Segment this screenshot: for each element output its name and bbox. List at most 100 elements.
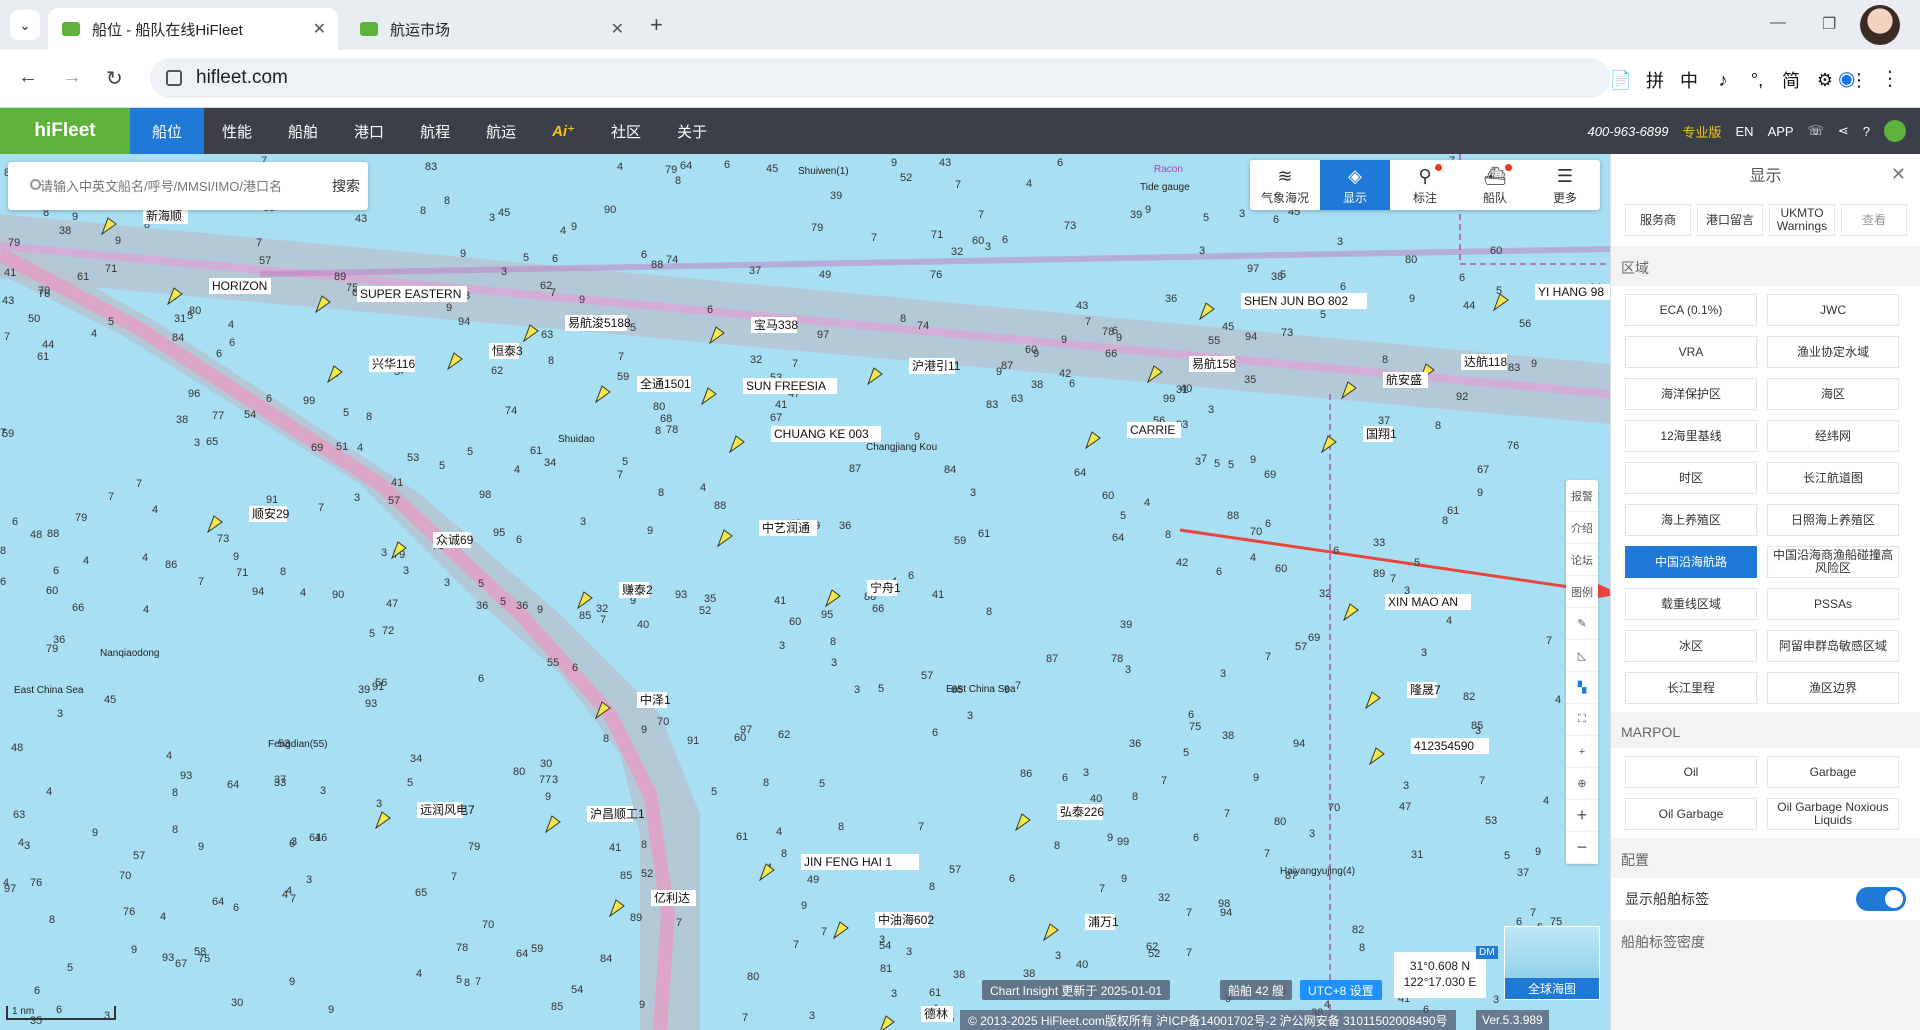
ukmto-button[interactable]: UKMTO Warnings — [1769, 204, 1835, 236]
help-icon[interactable]: ? — [1863, 124, 1870, 139]
region-option[interactable]: 日照海上养殖区 — [1767, 504, 1899, 536]
maximize-icon[interactable]: ❐ — [1822, 14, 1836, 34]
intro-button[interactable]: 介绍 — [1566, 512, 1598, 544]
region-option[interactable]: 12海里基线 — [1625, 420, 1757, 452]
url-field[interactable]: hifleet.com — [150, 58, 1610, 98]
region-option[interactable]: 海区 — [1767, 378, 1899, 410]
pro-badge[interactable]: 专业版 — [1683, 122, 1722, 141]
provider-button[interactable]: 服务商 — [1625, 204, 1691, 236]
region-option[interactable]: 海洋保护区 — [1625, 378, 1757, 410]
ship-label[interactable]: 顺安29 — [252, 506, 290, 521]
new-tab-icon[interactable]: + — [650, 12, 663, 38]
browser-menu-icon[interactable]: ⋮ — [1880, 66, 1900, 91]
ime-simplified-icon[interactable]: 简 — [1778, 67, 1804, 93]
region-option[interactable]: 中国沿海航路 — [1625, 546, 1757, 578]
nav-position[interactable]: 船位 — [130, 108, 205, 154]
crosshair-icon[interactable]: + — [1566, 736, 1598, 768]
global-chart-button[interactable]: 全球海图 — [1504, 926, 1600, 1000]
ship-marker[interactable] — [1320, 435, 1337, 454]
ship-label[interactable]: 恒泰3 — [492, 344, 523, 358]
nav-ships[interactable]: 船舶 — [270, 108, 336, 154]
forum-button[interactable]: 论坛 — [1566, 544, 1598, 576]
ship-label[interactable]: 航安盛 — [1386, 372, 1422, 387]
reload-icon[interactable]: ↻ — [106, 66, 123, 91]
report-button[interactable]: 报警 — [1566, 480, 1598, 512]
port-message-button[interactable]: 港口留言 — [1697, 204, 1763, 236]
dm-toggle[interactable]: DM — [1476, 946, 1498, 959]
region-option[interactable]: 长江航道图 — [1767, 462, 1899, 494]
ship-marker[interactable] — [576, 591, 593, 610]
ship-marker[interactable] — [1342, 603, 1359, 622]
region-option[interactable]: JWC — [1767, 294, 1899, 326]
ship-marker[interactable] — [594, 385, 611, 404]
ime-moon-icon[interactable]: ♪ — [1710, 70, 1736, 91]
ship-marker[interactable] — [700, 387, 717, 406]
ship-marker[interactable] — [1364, 691, 1381, 710]
weather-button[interactable]: ≋ 气象海况 — [1250, 160, 1320, 210]
region-option[interactable]: 中国沿海商渔船碰撞高风险区 — [1767, 546, 1899, 578]
marpol-oil-garbage[interactable]: Oil Garbage — [1625, 798, 1757, 830]
ship-label[interactable]: 沪港引11 — [912, 359, 961, 373]
phone-number[interactable]: 400-963-6899 — [1588, 124, 1669, 139]
ship-label[interactable]: HORIZON — [212, 279, 267, 293]
app-link[interactable]: APP — [1768, 124, 1794, 139]
ship-label[interactable]: 易航158 — [1192, 356, 1236, 371]
back-icon[interactable]: ← — [18, 66, 38, 89]
pdf-extension-icon[interactable]: 📄 — [1608, 70, 1634, 91]
annotate-button[interactable]: ⚲ 标注 — [1390, 160, 1460, 210]
ship-marker[interactable] — [824, 589, 841, 608]
tab-shipping-market[interactable]: 航运市场 ✕ — [346, 8, 636, 50]
marpol-garbage[interactable]: Garbage — [1767, 756, 1899, 788]
ship-label[interactable]: 弘泰226 — [1060, 805, 1104, 819]
display-button[interactable]: ◈ 显示 — [1320, 160, 1390, 210]
region-option[interactable]: 长江里程 — [1625, 672, 1757, 704]
ship-label[interactable]: 中艺润通 — [762, 520, 810, 535]
region-option[interactable]: ECA (0.1%) — [1625, 294, 1757, 326]
ship-label[interactable]: 中油海602 — [878, 912, 934, 927]
ship-marker[interactable] — [1084, 431, 1101, 450]
ship-marker[interactable] — [880, 1015, 895, 1030]
ship-label[interactable]: 国翔1 — [1366, 427, 1397, 441]
ship-marker[interactable] — [1014, 813, 1031, 832]
close-tab-icon[interactable]: ✕ — [611, 19, 624, 39]
ship-marker[interactable] — [866, 367, 883, 386]
region-option[interactable]: 经纬网 — [1767, 420, 1899, 452]
marpol-oil-garbage-noxious[interactable]: Oil Garbage Noxious Liquids — [1767, 798, 1899, 830]
ship-label[interactable]: 412354590 — [1414, 739, 1474, 753]
fleet-button[interactable]: ⛴ 船队 — [1460, 160, 1530, 210]
nav-performance[interactable]: 性能 — [204, 108, 270, 154]
region-option[interactable]: 载重线区域 — [1625, 588, 1757, 620]
ship-label[interactable]: 德林 — [924, 1006, 948, 1021]
map-canvas[interactable]: 3358074356955956679663986440694976838638… — [0, 154, 1610, 1030]
nav-ai[interactable]: Ai⁺ — [534, 108, 593, 154]
site-settings-icon[interactable] — [166, 70, 182, 86]
view-button[interactable]: 查看 — [1841, 204, 1907, 236]
ship-marker[interactable] — [1368, 747, 1385, 766]
ship-marker[interactable] — [832, 921, 849, 940]
ship-label[interactable]: 兴华116 — [372, 357, 415, 371]
legend-button[interactable]: 图例 — [1566, 576, 1598, 608]
region-option[interactable]: 冰区 — [1625, 630, 1757, 662]
lang-switch[interactable]: EN — [1736, 124, 1754, 139]
nav-voyage[interactable]: 航程 — [402, 108, 468, 154]
ship-label[interactable]: 易航浚5188 — [568, 315, 631, 330]
ime-punct-icon[interactable]: °, — [1744, 70, 1770, 91]
hifleet-logo[interactable]: hiFleet — [0, 108, 130, 154]
ship-marker[interactable] — [608, 899, 625, 918]
minimize-icon[interactable]: — — [1770, 14, 1786, 32]
tab-hifleet[interactable]: 船位 - 船队在线HiFleet ✕ — [48, 8, 338, 50]
ship-label[interactable]: 亿利达 — [654, 890, 690, 905]
region-option[interactable]: VRA — [1625, 336, 1757, 368]
ship-marker[interactable] — [374, 811, 391, 830]
region-option[interactable]: 渔业协定水域 — [1767, 336, 1899, 368]
ship-label[interactable]: CARRIE — [1130, 423, 1175, 437]
zoom-in-icon[interactable]: + — [1566, 800, 1598, 832]
user-avatar[interactable] — [1884, 120, 1906, 142]
ship-label[interactable]: 宝马338 — [754, 318, 798, 332]
ship-label[interactable]: SHEN JUN BO 802 — [1244, 294, 1348, 308]
fullscreen-icon[interactable]: ⛶ — [1566, 704, 1598, 736]
ship-marker[interactable] — [446, 352, 463, 371]
ship-label[interactable]: 赚泰2 — [622, 582, 653, 597]
ship-label[interactable]: 全通1501 — [640, 376, 691, 391]
ship-label[interactable]: 远润风电7 — [420, 803, 475, 817]
